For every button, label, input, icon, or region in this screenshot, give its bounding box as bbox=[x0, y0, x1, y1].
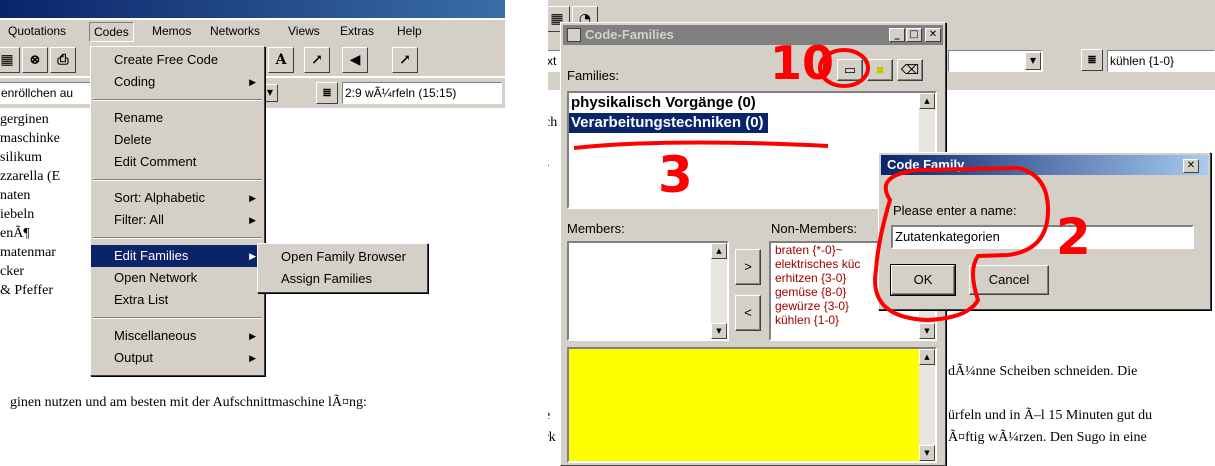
menu-help[interactable]: Help bbox=[397, 24, 422, 38]
code-icon[interactable]: ▦ bbox=[0, 47, 20, 73]
codes-menu: Create Free Code Coding ▶ Rename Delete E… bbox=[90, 46, 265, 376]
doc-line: gerginen bbox=[0, 112, 49, 127]
menu-item-filter[interactable]: Filter: All ▶ bbox=[91, 209, 264, 231]
annotation-underline bbox=[573, 140, 829, 150]
doc-line: silikum bbox=[0, 150, 43, 165]
chevron-right-icon: ▶ bbox=[249, 193, 256, 203]
doc-line: zzarella (E bbox=[0, 169, 61, 184]
menu-extras[interactable]: Extras bbox=[340, 24, 374, 38]
chevron-right-icon: ▶ bbox=[249, 215, 256, 225]
margin-icon[interactable]: ◀ bbox=[342, 47, 368, 73]
menu-item-open-family-browser[interactable]: Open Family Browser bbox=[258, 246, 427, 268]
doc-line: cker bbox=[0, 264, 25, 279]
menu-item-coding[interactable]: Coding ▶ bbox=[91, 71, 264, 93]
doc-line: matenmar bbox=[0, 245, 56, 260]
chevron-right-icon: ▶ bbox=[249, 77, 256, 87]
quotation-icon[interactable]: ≣ bbox=[316, 82, 338, 104]
menu-item-create-free-code[interactable]: Create Free Code bbox=[91, 49, 264, 71]
menu-views[interactable]: Views bbox=[288, 24, 320, 38]
menu-codes[interactable]: Codes bbox=[89, 22, 134, 42]
menu-item-delete[interactable]: Delete bbox=[91, 129, 264, 151]
menu-quotations[interactable]: Quotations bbox=[8, 24, 66, 38]
left-screenshot: Quotations Codes Memos Networks Views Ex… bbox=[0, 0, 505, 466]
menu-item-rename[interactable]: Rename bbox=[91, 107, 264, 129]
menu-item-extra-list[interactable]: Extra List bbox=[91, 289, 264, 311]
doc-bottom-line: ginen nutzen und am besten mit der Aufsc… bbox=[10, 395, 367, 410]
menu-item-edit-families[interactable]: Edit Families ▶ bbox=[91, 245, 264, 267]
chevron-right-icon: ▶ bbox=[249, 251, 256, 261]
menu-item-edit-comment[interactable]: Edit Comment bbox=[91, 151, 264, 173]
menu-separator bbox=[93, 179, 262, 181]
doc-line: maschinke bbox=[0, 131, 60, 146]
menu-memos[interactable]: Memos bbox=[152, 24, 191, 38]
menu-item-sort[interactable]: Sort: Alphabetic ▶ bbox=[91, 187, 264, 209]
menu-item-assign-families[interactable]: Assign Families bbox=[258, 268, 427, 290]
menu-item-open-network[interactable]: Open Network bbox=[91, 267, 264, 289]
families-submenu: Open Family Browser Assign Families bbox=[257, 243, 428, 293]
hammer2-icon[interactable]: ↗ bbox=[392, 47, 418, 73]
menubar: Quotations Codes Memos Networks Views Ex… bbox=[0, 20, 505, 44]
menu-item-miscellaneous[interactable]: Miscellaneous ▶ bbox=[91, 325, 264, 347]
annotation-label: 3 bbox=[658, 146, 693, 204]
doc-line: naten bbox=[0, 188, 31, 203]
doc-line: iebeln bbox=[0, 207, 35, 222]
chevron-right-icon: ▶ bbox=[249, 331, 256, 341]
doc-line: & Pfeffer bbox=[0, 283, 53, 298]
menu-separator bbox=[93, 317, 262, 319]
annotation-label: 2 bbox=[1056, 208, 1091, 266]
window-title-strip bbox=[0, 0, 505, 18]
menu-separator bbox=[93, 237, 262, 239]
chevron-right-icon: ▶ bbox=[249, 353, 256, 363]
doc-line: enÃ¶ bbox=[0, 226, 30, 241]
binoculars-icon[interactable]: ⊗ bbox=[22, 47, 48, 73]
annotation-overlay bbox=[573, 48, 1051, 323]
right-screenshot: ▦ ◔ xt ▼ ≣ kühlen {1-0} ch r t e rk dÃ¼n… bbox=[548, 0, 1215, 466]
document-combo[interactable]: enröllchen au bbox=[0, 82, 98, 104]
menu-networks[interactable]: Networks bbox=[210, 24, 260, 38]
hammer-icon[interactable]: ↗ bbox=[304, 47, 330, 73]
print-icon[interactable]: ⎙ bbox=[50, 47, 76, 73]
menu-item-output[interactable]: Output ▶ bbox=[91, 347, 264, 369]
annotation-circle-dialog bbox=[873, 165, 1051, 323]
font-icon[interactable]: A bbox=[268, 47, 294, 73]
quotation-combo[interactable]: 2:9 wÃ¼rfeln (15:15) bbox=[342, 82, 502, 104]
menu-separator bbox=[93, 99, 262, 101]
annotation-label: 10 bbox=[770, 36, 835, 90]
document-text: gerginen maschinke silikum zzarella (E n… bbox=[0, 110, 60, 300]
